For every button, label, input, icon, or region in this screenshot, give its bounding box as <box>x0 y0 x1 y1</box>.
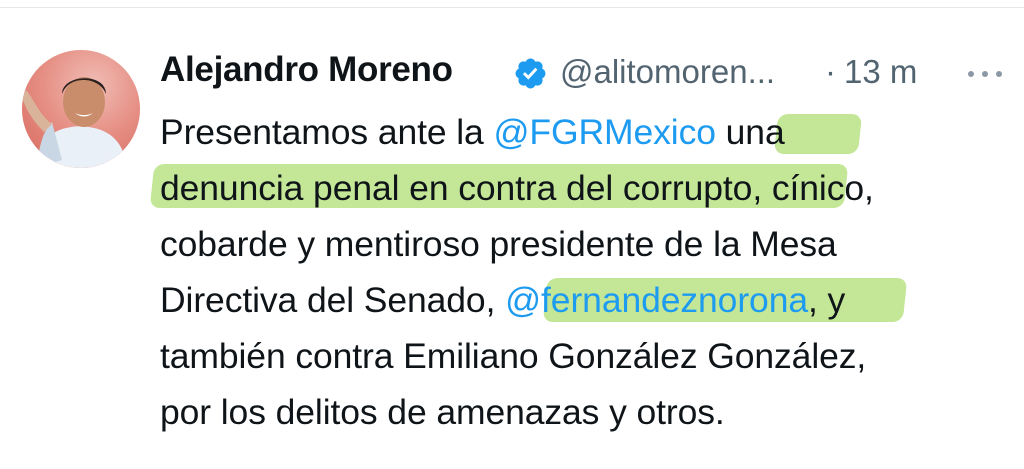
separator-dot: · <box>825 53 836 90</box>
tweet-line: denuncia penal en contra del corrupto, c… <box>160 160 1020 216</box>
tweet-text: por los delitos de amenazas y otros. <box>160 392 725 432</box>
tweet-text: , y <box>807 280 846 320</box>
more-options-icon[interactable] <box>960 48 1010 94</box>
mention-fgrmexico[interactable]: @FGRMexico <box>493 112 716 152</box>
tweet-body: Presentamos ante la @FGRMexico una denun… <box>149 104 1020 440</box>
mention-fernandeznorona[interactable]: @fernandeznorona <box>505 280 808 320</box>
author-handle[interactable]: @alitomoren... <box>560 53 822 91</box>
tweet-text: Presentamos ante la <box>160 112 494 152</box>
tweet-text: denuncia penal en contra del corrupto, c… <box>160 168 874 208</box>
tweet-text: también contra Emiliano González Gonzále… <box>160 336 867 376</box>
tweet-header: Alejandro Moreno @alitomoren... · 13 m <box>160 48 1020 98</box>
tweet-line: cobarde y mentiroso presidente de la Mes… <box>160 216 1020 272</box>
verified-badge-icon <box>515 58 546 89</box>
timestamp[interactable]: 13 m <box>844 53 917 91</box>
tweet-line: Presentamos ante la @FGRMexico una <box>160 104 1020 160</box>
tweet-text: cobarde y mentiroso presidente de la Mes… <box>160 224 837 264</box>
tweet-line: Directiva del Senado, @fernandeznorona, … <box>160 272 1020 328</box>
avatar-portrait-icon <box>22 50 140 168</box>
avatar[interactable] <box>22 50 140 168</box>
tweet-line: por los delitos de amenazas y otros. <box>160 384 1020 440</box>
tweet-text: una <box>715 112 785 152</box>
author-name[interactable]: Alejandro Moreno <box>160 50 453 90</box>
tweet-text: Directiva del Senado, <box>160 280 506 320</box>
top-divider <box>0 7 1024 8</box>
tweet-line: también contra Emiliano González Gonzále… <box>160 328 1020 384</box>
